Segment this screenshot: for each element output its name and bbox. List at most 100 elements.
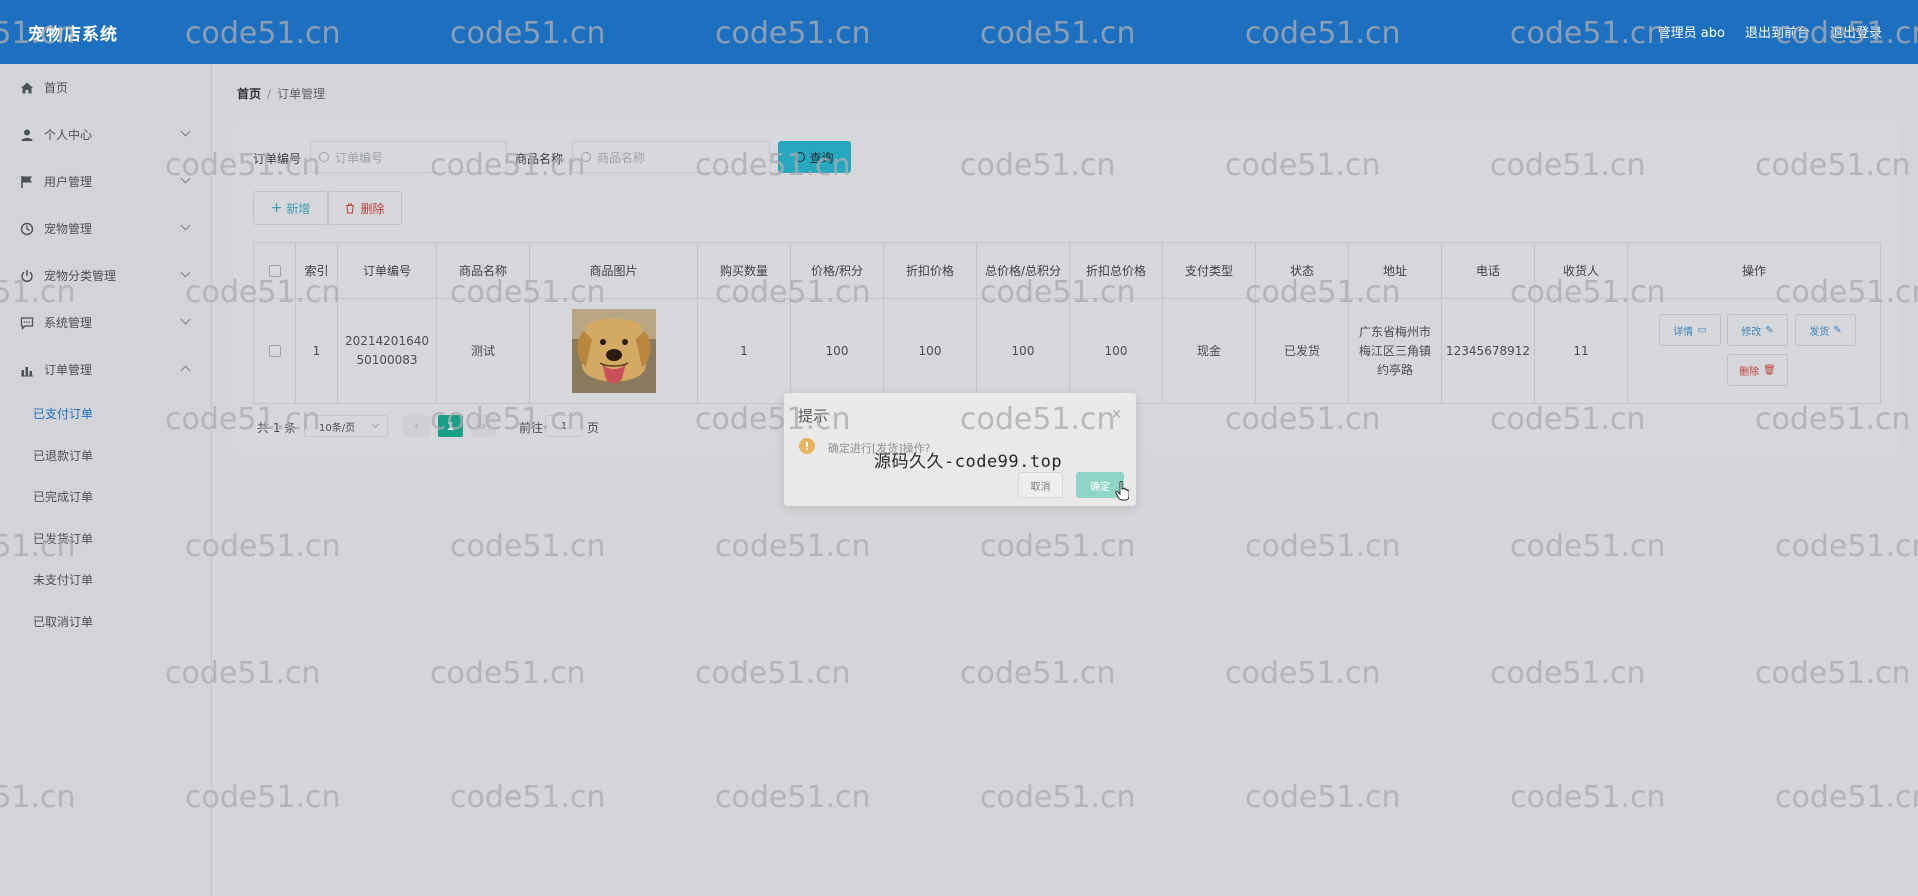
edit-button[interactable]: 修改 ✎ (1727, 314, 1788, 346)
home-icon (21, 82, 33, 93)
goto-page-input[interactable]: 1 (545, 415, 583, 437)
cell-order-no: 2021420164050100083 (338, 299, 437, 403)
sidebar-item-pet-categories[interactable]: 宠物分类管理 (0, 252, 211, 299)
add-button-label: 新增 (286, 201, 311, 216)
watermark-text: code51.cn (1755, 656, 1911, 691)
cell-discount-price: 100 (884, 299, 977, 403)
watermark-text: code51.cn (1225, 656, 1381, 691)
delete-button[interactable]: 删除 (328, 191, 402, 225)
dialog-cancel-button[interactable]: 取消 (1018, 472, 1063, 498)
header-select-all[interactable] (254, 243, 296, 299)
user-icon (21, 129, 33, 141)
pagination-total: 共 1 条 (257, 421, 297, 435)
column-header: 状态 (1256, 243, 1349, 299)
watermark-text: code51.cn (1490, 656, 1646, 691)
column-header: 总价格/总积分 (977, 243, 1070, 299)
orders-table: 索引 订单编号 商品名称 商品图片 购买数量 价格/积分 折扣价格 总价格/总积… (253, 242, 1881, 404)
breadcrumb-current: 订单管理 (277, 87, 326, 101)
ship-button-label: 发货 (1809, 326, 1830, 338)
sidebar-item-home[interactable]: 首页 (0, 64, 211, 111)
watermark-text: code51.cn (1775, 529, 1918, 564)
sidebar-subitem-refunded-orders[interactable]: 已退款订单 (0, 435, 211, 477)
cell-goods-image (530, 299, 698, 403)
plus-icon: + (270, 200, 283, 216)
row-select-cell[interactable] (254, 299, 296, 403)
search-icon (795, 152, 806, 162)
detail-button[interactable]: 详情 ▭ (1659, 314, 1721, 346)
breadcrumb-home[interactable]: 首页 (237, 87, 261, 101)
trash-icon (346, 203, 355, 213)
document-icon: ▭ (1697, 324, 1707, 336)
watermark-text: code51.cn (1775, 780, 1918, 815)
cell-index: 1 (296, 299, 338, 403)
ship-button[interactable]: 发货 ✎ (1795, 314, 1856, 346)
delete-button-label: 删除 (360, 201, 385, 216)
column-header: 购买数量 (698, 243, 791, 299)
row-delete-button-label: 删除 (1739, 366, 1760, 378)
back-to-front-link[interactable]: 退出到前台 (1745, 22, 1810, 41)
trash-icon: 🗑 (1763, 364, 1776, 376)
watermark-text: code51.cn (430, 656, 586, 691)
query-button[interactable]: 查询 (778, 141, 851, 173)
sidebar-item-system[interactable]: 系统管理 (0, 299, 211, 346)
clock-icon (20, 222, 34, 235)
breadcrumb-separator: / (267, 87, 272, 101)
page-size-select[interactable]: 10条/页 (304, 415, 388, 437)
goto-page-suffix: 页 (587, 421, 600, 435)
page-number-current[interactable]: 1 (438, 415, 463, 437)
watermark-text: code51.cn (1245, 780, 1401, 815)
chevron-down-icon (371, 420, 380, 429)
order-no-input[interactable]: 订单编号 (310, 141, 507, 173)
watermark-text: code51.cn (980, 780, 1136, 815)
cell-quantity: 1 (698, 299, 791, 403)
power-icon (21, 269, 33, 282)
sidebar-subitem-unpaid-orders[interactable]: 未支付订单 (0, 559, 211, 601)
cell-address: 广东省梅州市梅江区三角镇约亭路 (1349, 299, 1442, 403)
sidebar-subitem-shipped-orders[interactable]: 已发货订单 (0, 518, 211, 560)
goto-label: 前往 (519, 421, 544, 435)
sidebar-subitem-paid-orders[interactable]: 已支付订单 (0, 393, 211, 435)
sidebar-item-orders[interactable]: 订单管理 (0, 346, 211, 393)
column-header: 折扣价格 (884, 243, 977, 299)
dog-photo (571, 309, 656, 393)
column-header: 电话 (1442, 243, 1535, 299)
watermark-text: code51.cn (960, 656, 1116, 691)
logout-link[interactable]: 退出登录 (1830, 22, 1882, 41)
sidebar-item-label: 宠物管理 (44, 222, 93, 236)
dialog-title: 提示 (798, 407, 829, 425)
order-no-label: 订单编号 (253, 152, 302, 166)
row-checkbox[interactable] (268, 345, 281, 357)
sidebar-item-pets[interactable]: 宠物管理 (0, 205, 211, 252)
goods-name-input[interactable]: 商品名称 (572, 141, 770, 173)
add-button[interactable]: + 新增 (253, 191, 328, 225)
column-header: 操作 (1628, 243, 1880, 299)
column-header: 地址 (1349, 243, 1442, 299)
watermark-text: code51.cn (980, 529, 1136, 564)
column-header: 商品名称 (437, 243, 530, 299)
select-all-checkbox[interactable] (268, 264, 281, 277)
sidebar-subitem-completed-orders[interactable]: 已完成订单 (0, 476, 211, 518)
sidebar-item-label: 首页 (44, 81, 69, 95)
hand-cursor-icon (1115, 481, 1129, 501)
column-header: 订单编号 (338, 243, 437, 299)
pencil-icon: ✎ (1765, 324, 1774, 336)
cell-price: 100 (791, 299, 884, 403)
search-icon (319, 152, 329, 162)
watermark-text: code51.cn (450, 780, 606, 815)
sidebar-item-profile[interactable]: 个人中心 (0, 111, 211, 158)
column-header: 收货人 (1535, 243, 1628, 299)
close-icon[interactable]: × (1111, 407, 1122, 422)
sidebar-item-label: 订单管理 (44, 363, 93, 377)
column-header: 索引 (296, 243, 338, 299)
warning-icon: ! (799, 438, 815, 454)
chevron-down-icon (180, 220, 191, 231)
header-actions: 管理员 abo 退出到前台 退出登录 (1658, 22, 1882, 41)
prev-page-button[interactable]: ‹ (403, 415, 430, 437)
sidebar-subitem-cancelled-orders[interactable]: 已取消订单 (0, 601, 211, 643)
watermark-text: code51.cn (715, 529, 871, 564)
next-page-button[interactable]: › (471, 415, 496, 437)
sidebar-item-users[interactable]: 用户管理 (0, 158, 211, 205)
watermark-text: code51.cn (1245, 529, 1401, 564)
cell-discount-total: 100 (1070, 299, 1163, 403)
row-delete-button[interactable]: 删除 🗑 (1727, 354, 1788, 386)
